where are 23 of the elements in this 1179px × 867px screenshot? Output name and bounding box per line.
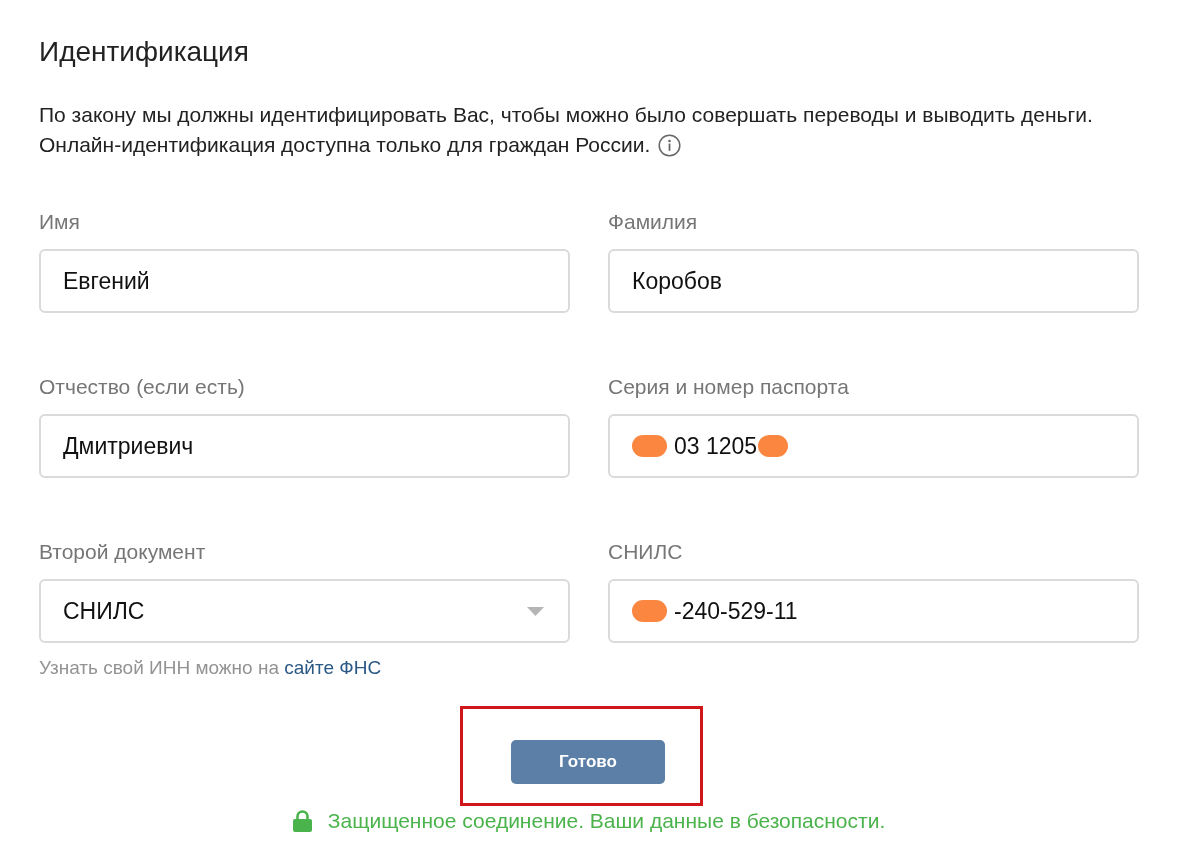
page-title: Идентификация	[39, 36, 249, 68]
security-note: Защищенное соединение. Ваши данные в безопасности.	[327, 810, 886, 832]
description-text: Онлайн-идентификация доступна только для граждан России.	[39, 132, 651, 158]
field-label: Имя	[39, 211, 80, 233]
field-label: Отчество (если есть)	[39, 376, 245, 398]
field-label: Серия и номер паспорта	[608, 376, 849, 398]
hint-text: Узнать свой ИНН можно на сайте ФНС	[39, 658, 382, 678]
text-field[interactable]: -240-529-11	[608, 579, 1139, 643]
field-label: СНИЛС	[608, 541, 683, 563]
text-field[interactable]: 03 1205	[608, 414, 1139, 478]
description-text: По закону мы должны идентифицировать Вас, чтобы можно было совершать переводы и выводить деньги.	[39, 102, 1093, 128]
text-field[interactable]: Евгений	[39, 249, 570, 313]
field-label: Фамилия	[608, 211, 698, 233]
text-field[interactable]: Дмитриевич	[39, 414, 570, 478]
document-select[interactable]: СНИЛС	[39, 579, 570, 643]
caret-icon	[527, 606, 544, 616]
done-button[interactable]: Готово	[511, 740, 665, 784]
text-field[interactable]: Коробов	[608, 249, 1139, 313]
lock-icon	[292, 810, 312, 832]
field-label: Второй документ	[39, 541, 206, 563]
info-icon[interactable]	[658, 133, 682, 157]
fns-site-link[interactable]: сайте ФНС	[284, 657, 382, 678]
select-value: СНИЛС	[63, 596, 145, 626]
